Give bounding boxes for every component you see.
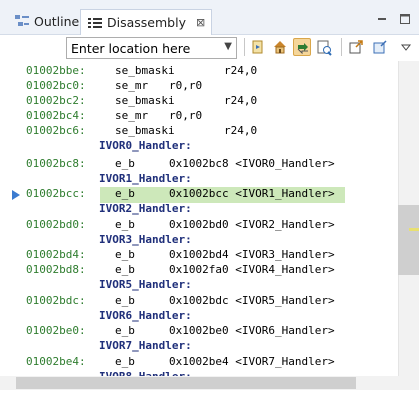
function-label: IVOR6_Handler: (99, 309, 192, 322)
function-label: IVOR0_Handler: (99, 139, 192, 152)
disassembly-icon (87, 15, 103, 31)
function-label: IVOR7_Handler: (99, 339, 192, 352)
instruction-mnemonic: e_b (115, 324, 135, 337)
scrollbar-position-marker (409, 228, 419, 231)
instruction-operands: r24,0 (224, 94, 258, 107)
toolbar-separator (341, 38, 342, 56)
link-with-editor-toggle[interactable] (293, 38, 311, 56)
tab-outline-label: Outline (34, 13, 80, 29)
instruction-row[interactable]: 01002bbe: se_bmaski r24,0 (0, 64, 398, 80)
disassembly-view[interactable]: 01002bbe: se_bmaski r24,0 01002bc0: se_mr r0,… (0, 61, 398, 376)
instruction-row[interactable]: 01002be0: e_b 0x1002be0 <IVOR6_Handler> (0, 324, 398, 340)
tab-disassembly-label: Disassembly (107, 15, 186, 30)
instruction-mnemonic: e_b (115, 218, 135, 231)
instruction-row[interactable]: 01002bd8: e_b 0x1002fa0 <IVOR4_Handler> (0, 263, 398, 279)
instruction-operands: r0,r0 (169, 79, 203, 92)
view-menu-button[interactable] (397, 38, 415, 56)
toolbar-separator (244, 38, 245, 56)
disassembly-label-row[interactable]: IVOR3_Handler: (0, 233, 398, 249)
instruction-address: 01002bd4: (26, 248, 86, 261)
instruction-row[interactable]: 01002be4: e_b 0x1002be4 <IVOR7_Handler> (0, 355, 398, 371)
instruction-address: 01002bd0: (26, 218, 86, 231)
instruction-operands: 0x1002be0 <IVOR6_Handler> (169, 324, 335, 337)
disassembly-label-row[interactable]: IVOR2_Handler: (0, 202, 398, 218)
instruction-mnemonic: se_bmaski (115, 94, 175, 107)
instruction-address: 01002bc2: (26, 94, 86, 107)
instruction-row[interactable]: 01002bd4: e_b 0x1002bd4 <IVOR3_Handler> (0, 248, 398, 264)
instruction-mnemonic: se_mr (115, 109, 149, 122)
instruction-address: 01002bcc: (26, 187, 86, 200)
instruction-row[interactable]: 01002bd0: e_b 0x1002bd0 <IVOR2_Handler> (0, 218, 398, 234)
open-external-button[interactable] (347, 38, 365, 56)
go-to-address-button[interactable] (249, 38, 267, 56)
instruction-mnemonic: se_bmaski (115, 64, 175, 77)
instruction-row[interactable]: 01002bc6: se_bmaski r24,0 (0, 124, 398, 140)
function-label: IVOR1_Handler: (99, 172, 192, 185)
disassembly-label-row[interactable]: IVOR7_Handler: (0, 339, 398, 355)
instruction-mnemonic: se_bmaski (115, 124, 175, 137)
sync-source-button[interactable] (315, 38, 333, 56)
function-label: IVOR5_Handler: (99, 278, 192, 291)
instruction-mnemonic: e_b (115, 263, 135, 276)
disassembly-label-row[interactable]: IVOR1_Handler: (0, 172, 398, 188)
instruction-operands: 0x1002fa0 <IVOR4_Handler> (169, 263, 335, 276)
bottom-edge (0, 390, 419, 400)
maximize-view-button[interactable] (398, 12, 412, 26)
chevron-down-icon[interactable]: ▼ (224, 41, 232, 52)
instruction-mnemonic: e_b (115, 355, 135, 368)
tab-disassembly[interactable]: Disassembly ⊠ (80, 9, 213, 35)
instruction-address: 01002bbe: (26, 64, 86, 77)
function-label: IVOR3_Handler: (99, 233, 192, 246)
instruction-operands: 0x1002bcc <IVOR1_Handler> (169, 187, 335, 200)
instruction-operands: r0,r0 (169, 109, 203, 122)
new-window-button[interactable] (371, 38, 389, 56)
instruction-address: 01002be4: (26, 355, 86, 368)
location-placeholder: Enter location here (71, 40, 191, 56)
home-icon[interactable] (271, 38, 289, 56)
instruction-operands: 0x1002bdc <IVOR5_Handler> (169, 294, 335, 307)
instruction-address: 01002bc4: (26, 109, 86, 122)
instruction-operands: 0x1002be4 <IVOR7_Handler> (169, 355, 335, 368)
instruction-row[interactable]: 01002bdc: e_b 0x1002bdc <IVOR5_Handler> (0, 294, 398, 310)
close-tab-icon[interactable]: ⊠ (196, 16, 205, 29)
instruction-address: 01002bdc: (26, 294, 86, 307)
function-label: IVOR2_Handler: (99, 202, 192, 215)
disassembly-label-row[interactable]: IVOR0_Handler: (0, 139, 398, 155)
instruction-operands: r24,0 (224, 64, 258, 77)
instruction-row[interactable]: 01002bc8: e_b 0x1002bc8 <IVOR0_Handler> (0, 157, 398, 173)
instruction-address: 01002bc0: (26, 79, 86, 92)
disassembly-label-row[interactable]: IVOR6_Handler: (0, 309, 398, 325)
vertical-scrollbar-thumb[interactable] (398, 205, 419, 275)
instruction-address: 01002bc6: (26, 124, 86, 137)
instruction-mnemonic: se_mr (115, 79, 149, 92)
instruction-operands: 0x1002bd4 <IVOR3_Handler> (169, 248, 335, 261)
current-instruction-row[interactable]: 01002bcc: e_b 0x1002bcc <IVOR1_Handler> (0, 187, 398, 203)
instruction-operands: 0x1002bd0 <IVOR2_Handler> (169, 218, 335, 231)
instruction-row[interactable]: 01002bc2: se_bmaski r24,0 (0, 94, 398, 110)
instruction-row[interactable]: 01002bc0: se_mr r0,r0 (0, 79, 398, 95)
instruction-address: 01002be0: (26, 324, 86, 337)
location-input[interactable]: Enter location here ▼ (66, 37, 237, 59)
horizontal-scrollbar-thumb[interactable] (16, 377, 356, 389)
current-instruction-arrow-icon (12, 190, 20, 200)
minimize-view-button[interactable] (375, 12, 389, 26)
instruction-operands: r24,0 (224, 124, 258, 137)
instruction-mnemonic: e_b (115, 157, 135, 170)
tab-outline[interactable]: Outline (14, 9, 79, 33)
instruction-row[interactable]: 01002bc4: se_mr r0,r0 (0, 109, 398, 125)
instruction-mnemonic: e_b (115, 187, 135, 200)
disassembly-label-row[interactable]: IVOR5_Handler: (0, 278, 398, 294)
instruction-mnemonic: e_b (115, 294, 135, 307)
instruction-address: 01002bd8: (26, 263, 86, 276)
outline-icon (14, 13, 30, 29)
instruction-operands: 0x1002bc8 <IVOR0_Handler> (169, 157, 335, 170)
instruction-address: 01002bc8: (26, 157, 86, 170)
instruction-mnemonic: e_b (115, 248, 135, 261)
